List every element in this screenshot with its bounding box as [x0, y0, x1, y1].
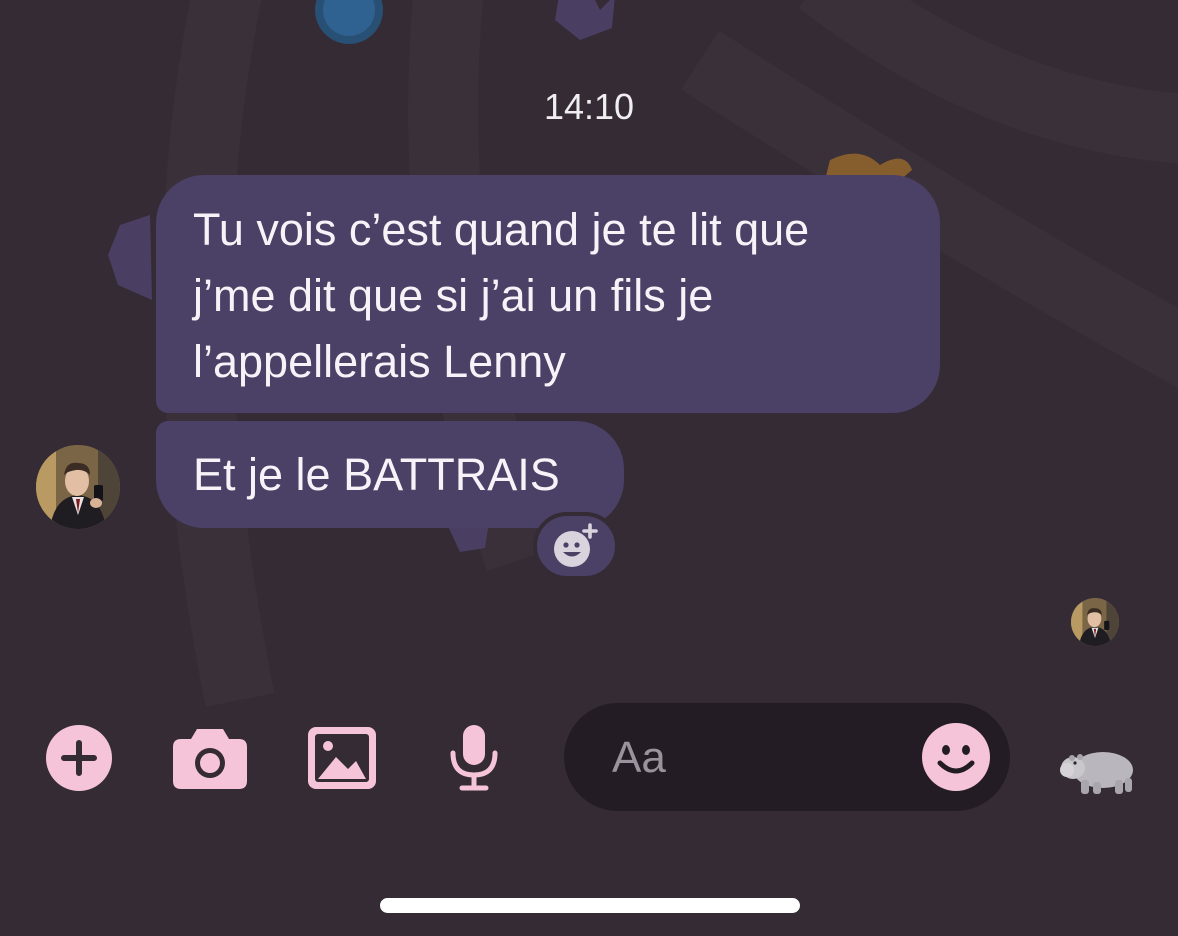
seen-receipt-avatar — [1071, 598, 1119, 646]
gallery-button[interactable] — [307, 726, 377, 790]
message-input[interactable] — [610, 727, 914, 789]
microphone-icon — [450, 725, 498, 791]
message-line: Et je le BATTRAIS — [193, 449, 560, 500]
message-line: l’appellerais Lenny — [193, 336, 566, 387]
message-composer — [564, 703, 1010, 811]
message-bubble[interactable]: Et je le BATTRAIS — [156, 421, 624, 528]
chat-screen: 14:10 Tu vois c’est quand je te lit que … — [0, 0, 1178, 936]
sender-avatar[interactable] — [36, 445, 120, 529]
camera-button[interactable] — [172, 726, 248, 790]
smiley-icon — [922, 723, 990, 791]
hippo-emoji — [1060, 752, 1133, 794]
add-reaction-icon — [554, 523, 598, 567]
gallery-icon — [308, 727, 376, 789]
plus-button[interactable] — [45, 724, 113, 792]
message-line: Tu vois c’est quand je te lit que — [193, 204, 810, 255]
add-reaction-button[interactable] — [533, 512, 619, 580]
home-indicator[interactable] — [380, 898, 800, 913]
plus-icon — [46, 725, 112, 791]
emoji-button[interactable] — [922, 723, 990, 791]
microphone-button[interactable] — [445, 724, 503, 792]
message-line: j’me dit que si j’ai un fils je — [193, 270, 714, 321]
message-bubble[interactable]: Tu vois c’est quand je te lit que j’me d… — [156, 175, 940, 413]
quick-reaction-button[interactable] — [1058, 738, 1140, 798]
camera-icon — [173, 729, 247, 789]
message-timestamp: 14:10 — [543, 86, 635, 127]
